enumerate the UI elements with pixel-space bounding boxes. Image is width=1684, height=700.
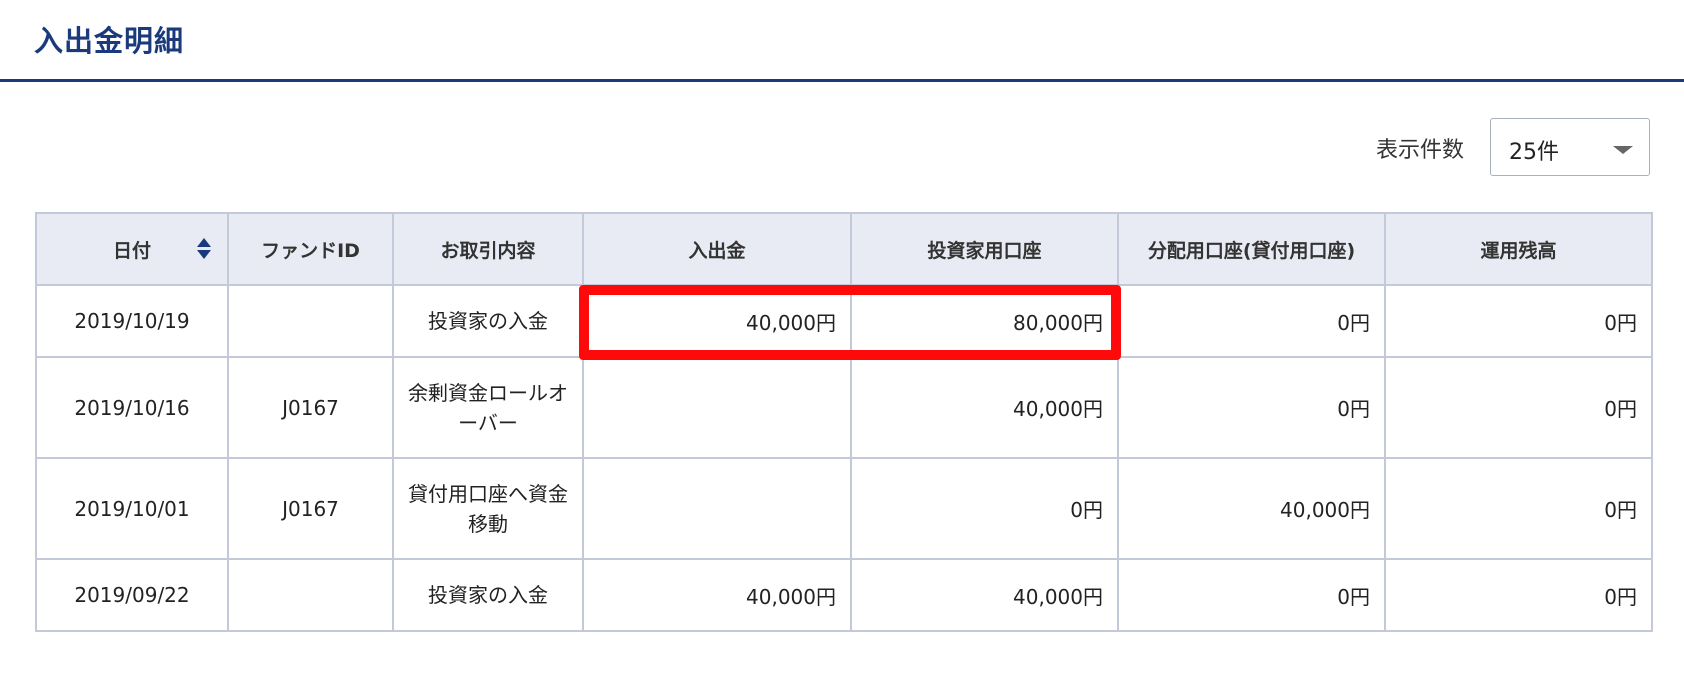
column-header-distribution-account: 分配用口座(貸付用口座) — [1117, 212, 1386, 286]
cell-distribution-account: 0円 — [1117, 356, 1386, 459]
cell-deposit: 40,000円 — [582, 284, 852, 358]
transactions-table: 日付 ファンドID お取引内容 入出金 投資家用口座 分配用口座(貸付用口座) … — [35, 212, 1653, 632]
cell-deposit — [582, 356, 852, 459]
cell-investor-account: 80,000円 — [850, 284, 1119, 358]
page-title: 入出金明細 — [34, 24, 185, 58]
cell-fund-id: J0167 — [227, 457, 394, 560]
cell-date: 2019/10/01 — [35, 457, 229, 560]
sort-icon[interactable] — [197, 238, 211, 260]
chevron-down-icon — [1613, 146, 1633, 154]
table-row: 2019/10/19 投資家の入金 40,000円 80,000円 0円 0円 — [35, 284, 1653, 358]
cell-description: 貸付用口座へ資金移動 — [392, 457, 584, 560]
cell-deposit: 40,000円 — [582, 558, 852, 632]
cell-distribution-account: 40,000円 — [1117, 457, 1386, 560]
cell-deposit — [582, 457, 852, 560]
cell-date: 2019/10/19 — [35, 284, 229, 358]
cell-balance: 0円 — [1384, 558, 1653, 632]
cell-date: 2019/10/16 — [35, 356, 229, 459]
table-row: 2019/10/01 J0167 貸付用口座へ資金移動 0円 40,000円 0… — [35, 457, 1653, 560]
cell-fund-id — [227, 558, 394, 632]
cell-investor-account: 0円 — [850, 457, 1119, 560]
table-row: 2019/10/16 J0167 余剰資金ロールオーバー 40,000円 0円 … — [35, 356, 1653, 459]
cell-balance: 0円 — [1384, 356, 1653, 459]
column-header-description: お取引内容 — [392, 212, 584, 286]
display-count-value: 25件 — [1509, 140, 1559, 165]
cell-description: 余剰資金ロールオーバー — [392, 356, 584, 459]
column-header-date[interactable]: 日付 — [35, 212, 229, 286]
cell-date: 2019/09/22 — [35, 558, 229, 632]
cell-fund-id — [227, 284, 394, 358]
cell-distribution-account: 0円 — [1117, 558, 1386, 632]
display-count-select[interactable]: 25件 — [1490, 118, 1650, 176]
cell-description: 投資家の入金 — [392, 284, 584, 358]
cell-balance: 0円 — [1384, 457, 1653, 560]
column-header-investor-account: 投資家用口座 — [850, 212, 1119, 286]
display-count-label: 表示件数 — [1375, 138, 1464, 163]
cell-description: 投資家の入金 — [392, 558, 584, 632]
cell-investor-account: 40,000円 — [850, 356, 1119, 459]
column-header-label: 日付 — [112, 239, 151, 262]
cell-fund-id: J0167 — [227, 356, 394, 459]
cell-balance: 0円 — [1384, 284, 1653, 358]
column-header-deposit: 入出金 — [582, 212, 852, 286]
column-header-fund-id: ファンドID — [227, 212, 394, 286]
table-header-row: 日付 ファンドID お取引内容 入出金 投資家用口座 分配用口座(貸付用口座) … — [35, 212, 1653, 286]
column-header-balance: 運用残高 — [1384, 212, 1653, 286]
table-row: 2019/09/22 投資家の入金 40,000円 40,000円 0円 0円 — [35, 558, 1653, 632]
title-divider — [0, 79, 1684, 82]
cell-investor-account: 40,000円 — [850, 558, 1119, 632]
cell-distribution-account: 0円 — [1117, 284, 1386, 358]
